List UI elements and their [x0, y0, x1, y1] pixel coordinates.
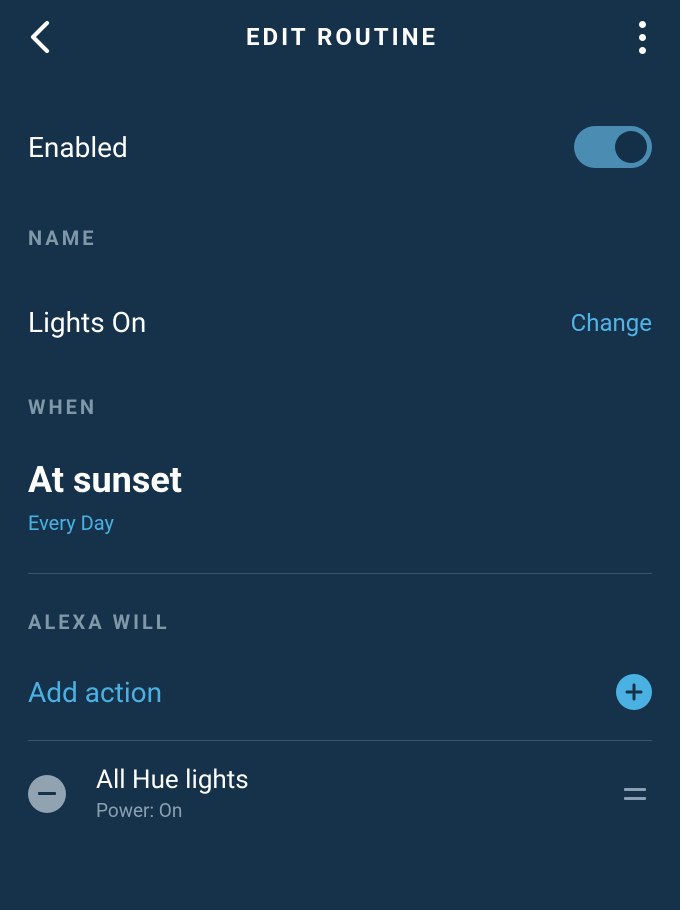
drag-handle-icon[interactable] [618, 788, 652, 800]
add-action-label: Add action [28, 676, 162, 709]
remove-action-icon[interactable] [28, 775, 66, 813]
enabled-label: Enabled [28, 131, 128, 164]
enabled-toggle[interactable] [574, 126, 652, 168]
trigger-recurrence[interactable]: Every Day [28, 511, 652, 535]
action-item[interactable]: All Hue lights Power: On [28, 761, 652, 826]
alexa-will-title: ALEXA WILL [28, 610, 652, 634]
when-section-title: WHEN [28, 395, 652, 419]
trigger-title[interactable]: At sunset [28, 459, 652, 501]
page-title: EDIT ROUTINE [246, 23, 438, 51]
change-name-link[interactable]: Change [571, 309, 652, 337]
add-action-row[interactable]: Add action [28, 674, 652, 710]
routine-name: Lights On [28, 306, 146, 339]
back-icon[interactable] [26, 18, 54, 56]
more-icon[interactable] [630, 21, 654, 54]
action-title: All Hue lights [96, 765, 618, 795]
action-subtitle: Power: On [96, 799, 618, 822]
name-section-title: NAME [28, 226, 652, 250]
add-icon[interactable] [616, 674, 652, 710]
